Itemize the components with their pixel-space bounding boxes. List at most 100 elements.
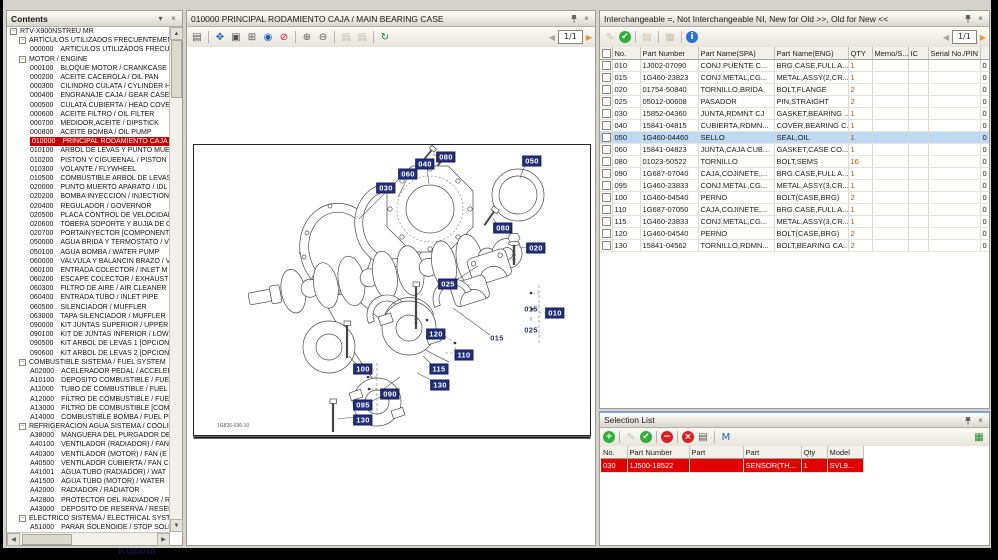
- table-row[interactable]: 08001023-50522TORNILLOBOLT,SEMS160: [600, 156, 989, 168]
- pan-icon[interactable]: ✥: [213, 30, 227, 44]
- tree-item[interactable]: 060100 ENTRADA COLECTOR / INLET M: [8, 266, 169, 275]
- row-checkbox[interactable]: [602, 121, 611, 130]
- tree-item[interactable]: A12000 FILTRO DE COMBUSTIBLE / FUE: [8, 395, 169, 404]
- scroll-right-icon[interactable]: ▶: [157, 533, 170, 546]
- diagram-callout-030[interactable]: 030: [376, 183, 395, 194]
- table-row[interactable]: 13015841-04562TORNILLO,RDMN...BOLT,BEARI…: [600, 240, 989, 252]
- diagram-callout-080[interactable]: 080: [493, 223, 512, 234]
- tree-item[interactable]: A42000 RADIADOR / RADIATOR: [8, 486, 169, 495]
- tree-item[interactable]: 020400 REGULADOR / GOVERNOR: [8, 202, 169, 211]
- table-row[interactable]: 1201G460-04540PERNOBOLT(CASE,BRG)20: [600, 228, 989, 240]
- chevron-down-icon[interactable]: ▾: [156, 14, 165, 23]
- tree-item[interactable]: 000700 MEDIDOR,ACEITE / DIPSTICK: [8, 119, 169, 128]
- tree-expand-toggle[interactable]: -: [19, 37, 26, 44]
- column-header[interactable]: Part Name(SPA): [698, 47, 774, 60]
- csv-export-icon[interactable]: ▦: [972, 430, 986, 444]
- scroll-left-icon[interactable]: ◀: [7, 533, 20, 546]
- tree-item[interactable]: 010500 COMBUSTIBLE ARBOL DE LEVAS: [8, 174, 169, 183]
- diagram-canvas[interactable]: 1G826-036-10 080040050060030080020025120…: [187, 47, 595, 545]
- diagram-callout-080[interactable]: 080: [436, 152, 455, 163]
- diagram-callout-090[interactable]: 090: [380, 389, 399, 400]
- tree-item[interactable]: 090100 KIT DE JUNTAS INFERIOR / LOW: [8, 330, 169, 339]
- tree-expand-toggle[interactable]: -: [10, 28, 17, 35]
- tree-item[interactable]: 060200 ESCAPE COLECTOR / EXHAUST: [8, 275, 169, 284]
- column-header[interactable]: No.: [601, 446, 627, 459]
- tree-item[interactable]: A13000 FILTRO DE COMBUSTIBLE [COM: [8, 404, 169, 413]
- add-icon[interactable]: +: [603, 431, 615, 443]
- tree-item[interactable]: 090500 KIT ARBOL DE LEVAS 1 [OPCION: [8, 339, 169, 348]
- tree-item[interactable]: 000500 CULATA CUBIERTA / HEAD COVE: [8, 101, 169, 110]
- tree-item[interactable]: 020500 PLACA CONTROL DE VELOCIDAD: [8, 211, 169, 220]
- confirm-icon[interactable]: ✔: [619, 31, 631, 43]
- tree-item[interactable]: 000100 BLOQUE MOTOR / CRANKCASE: [8, 64, 169, 73]
- tree-item[interactable]: 020000 PUNTO MUERTO APARATO / IDL: [8, 183, 169, 192]
- tree-item[interactable]: A41500 AGUA TUBO (MOTOR) / WATER: [8, 477, 169, 486]
- row-checkbox[interactable]: [602, 205, 611, 214]
- info-icon[interactable]: i: [686, 31, 698, 43]
- tree-group[interactable]: -ARTÍCULOS UTILIZADOS FRECUENTEMENTE: [8, 36, 169, 45]
- column-header[interactable]: IC: [908, 47, 928, 60]
- close-icon[interactable]: ×: [582, 14, 591, 23]
- zoom-in-icon[interactable]: ⊕: [300, 30, 314, 44]
- next-page-icon[interactable]: ▶: [980, 33, 986, 42]
- tree-item[interactable]: A14000 COMBUSTIBLE BOMBA / FUEL PU: [8, 413, 169, 422]
- tree-item[interactable]: 000300 CILINDRO CULATA / CYLINDER H: [8, 82, 169, 91]
- close-icon[interactable]: ×: [976, 416, 985, 425]
- prev-view-icon[interactable]: ▤: [339, 30, 353, 44]
- edit-icon[interactable]: ✎: [603, 30, 617, 44]
- contents-horizontal-scrollbar[interactable]: ◀ ▶: [7, 532, 170, 545]
- table-row[interactable]: 0951G460-23833CONJ.METAL,CG...METAL,ASSY…: [600, 180, 989, 192]
- tree-item[interactable]: 020600 TOBERA SOPORTE Y BUJIA DE C: [8, 220, 169, 229]
- print-icon[interactable]: ▤: [190, 30, 204, 44]
- table-row[interactable]: 0501G460-04460SELLOSEAL,OIL10: [600, 132, 989, 144]
- row-checkbox[interactable]: [602, 85, 611, 94]
- next-view-icon[interactable]: ▤: [355, 30, 369, 44]
- diagram-callout-010[interactable]: 010: [545, 308, 564, 319]
- table-row[interactable]: 0101J002-07090CONJ.PUENTE C...BRG.CASE,F…: [600, 60, 989, 72]
- tree-item[interactable]: 010300 VOLANTE / FLYWHEEL: [8, 165, 169, 174]
- delete-icon[interactable]: ×: [682, 431, 694, 443]
- row-checkbox[interactable]: [602, 109, 611, 118]
- tree-item[interactable]: A11000 TUBO DE COMBUSTIBLE / FUEL: [8, 385, 169, 394]
- diagram-callout-100[interactable]: 100: [353, 364, 372, 375]
- diagram-callout-110[interactable]: 110: [455, 350, 474, 361]
- zoom-out-icon[interactable]: ⊖: [316, 30, 330, 44]
- tree-item[interactable]: A38000 MANGUERA DEL PURGADOR DE: [8, 431, 169, 440]
- tree-item[interactable]: A51000 PARAR SOLENOIDE / STOP SOLE: [8, 523, 169, 532]
- tree-group[interactable]: -RTV-X900NSTREU MR: [8, 27, 169, 36]
- tree-item[interactable]: A02000 ACELERADOR PEDAL / ACCELER: [8, 367, 169, 376]
- scrollbar-thumb[interactable]: [171, 40, 182, 98]
- tree-item[interactable]: A41001 AGUA TUBO (RADIADOR) / WAT: [8, 468, 169, 477]
- table-row[interactable]: 0151G460-23823CONJ.METAL,CG...METAL,ASSY…: [600, 72, 989, 84]
- row-checkbox[interactable]: [602, 217, 611, 226]
- column-header[interactable]: Memo/S...: [872, 47, 908, 60]
- column-header[interactable]: Serial No./PIN: [928, 47, 980, 60]
- diagram-callout-115[interactable]: 115: [430, 364, 449, 375]
- table-row[interactable]: 04015841-04815CUBIERTA,RDMN...COVER,BEAR…: [600, 120, 989, 132]
- tree-item[interactable]: 020700 PORTAINYECTOR [COMPONENT: [8, 229, 169, 238]
- diagram-callout-130[interactable]: 130: [430, 380, 449, 391]
- column-header[interactable]: Model: [827, 446, 863, 459]
- diagram-callout-095[interactable]: 095: [353, 400, 372, 411]
- tree-group[interactable]: -ELECTRICO SISTEMA / ELECTRICAL SYSTEM: [8, 514, 169, 523]
- table-row[interactable]: 1101G687-07050CAJA,COJINETE,...BRG.CASE,…: [600, 204, 989, 216]
- row-checkbox[interactable]: [602, 193, 611, 202]
- contents-vertical-scrollbar[interactable]: ▲ ▼: [169, 27, 182, 532]
- copy-icon[interactable]: ▤: [640, 30, 654, 44]
- tree-item[interactable]: A42800 PROTECTOR DEL RADIADOR / R: [8, 496, 169, 505]
- zoom-window-icon[interactable]: ▣: [229, 30, 243, 44]
- column-header[interactable]: No.: [612, 47, 640, 60]
- remove-icon[interactable]: −: [661, 431, 673, 443]
- scroll-down-icon[interactable]: ▼: [170, 519, 183, 532]
- tree-item[interactable]: 000600 ACEITE FILTRO / OIL FILTER: [8, 110, 169, 119]
- selection-row[interactable]: 0301J500-18522SENSOR(TH...1SVL9...: [601, 459, 863, 473]
- confirm-icon[interactable]: ✔: [640, 431, 652, 443]
- diagram-callout-120[interactable]: 120: [426, 329, 445, 340]
- row-checkbox[interactable]: [602, 229, 611, 238]
- row-checkbox[interactable]: [602, 61, 611, 70]
- table-row[interactable]: 03015852-04360JUNTA,RDMNT CJGASKET,BEARI…: [600, 108, 989, 120]
- pin-icon[interactable]: [963, 416, 972, 425]
- diagram-callout-040[interactable]: 040: [415, 159, 434, 170]
- column-header[interactable]: Part Number: [640, 47, 698, 60]
- tree-item[interactable]: A40500 VENTILADOR CUBIERTA / FAN C: [8, 459, 169, 468]
